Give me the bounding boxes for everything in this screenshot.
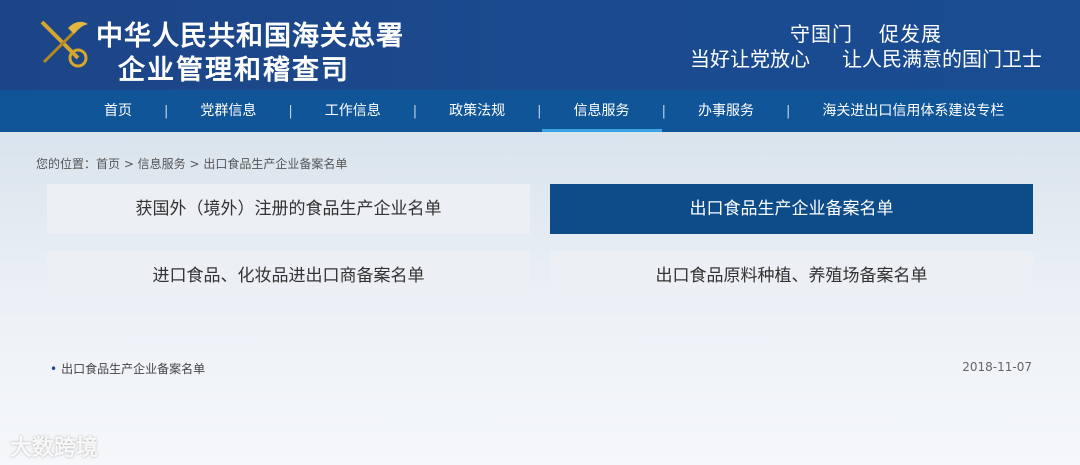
list-item-date: 2018-11-07 [962, 360, 1032, 374]
list-item[interactable]: 出口食品生产企业备案名单 [50, 360, 205, 377]
import-food-cosmetics-list-button[interactable]: 进口食品、化妆品进出口商备案名单 [47, 251, 530, 301]
export-food-producer-list-button[interactable]: 出口食品生产企业备案名单 [550, 184, 1033, 234]
export-raw-material-farm-list-button[interactable]: 出口食品原料种植、养殖场备案名单 [550, 251, 1033, 301]
watermark: 大数跨境 [10, 436, 99, 461]
nav-affairs[interactable]: 办事服务 [666, 90, 786, 132]
site-header: 中华人民共和国海关总署 企业管理和稽查司 守国门 促发展 当好让党放心 让人民满意的… [0, 0, 1080, 90]
site-subtitle: 企业管理和稽查司 [118, 55, 350, 86]
nav-work-info[interactable]: 工作信息 [293, 90, 413, 132]
nav-info-service[interactable]: 信息服务 [541, 90, 662, 132]
breadcrumb: 您的位置：首页 > 信息服务 > 出口食品生产企业备案名单 [36, 157, 348, 171]
slogan-line2: 当好让党放心 让人民满意的国门卫士 [690, 47, 1042, 71]
nav-party[interactable]: 党群信息 [168, 90, 288, 132]
customs-emblem-icon [40, 20, 88, 68]
nav-credit-column[interactable]: 海关进出口信用体系建设专栏 [790, 90, 1036, 132]
nav-policy[interactable]: 政策法规 [417, 90, 537, 132]
main-nav: 首页 | 党群信息 | 工作信息 | 政策法规 | 信息服务 | 办事服务 | 海关进出口信… [0, 90, 1080, 132]
foreign-registered-list-button[interactable]: 获国外（境外）注册的食品生产企业名单 [47, 184, 530, 234]
nav-home[interactable]: 首页 [72, 90, 164, 132]
